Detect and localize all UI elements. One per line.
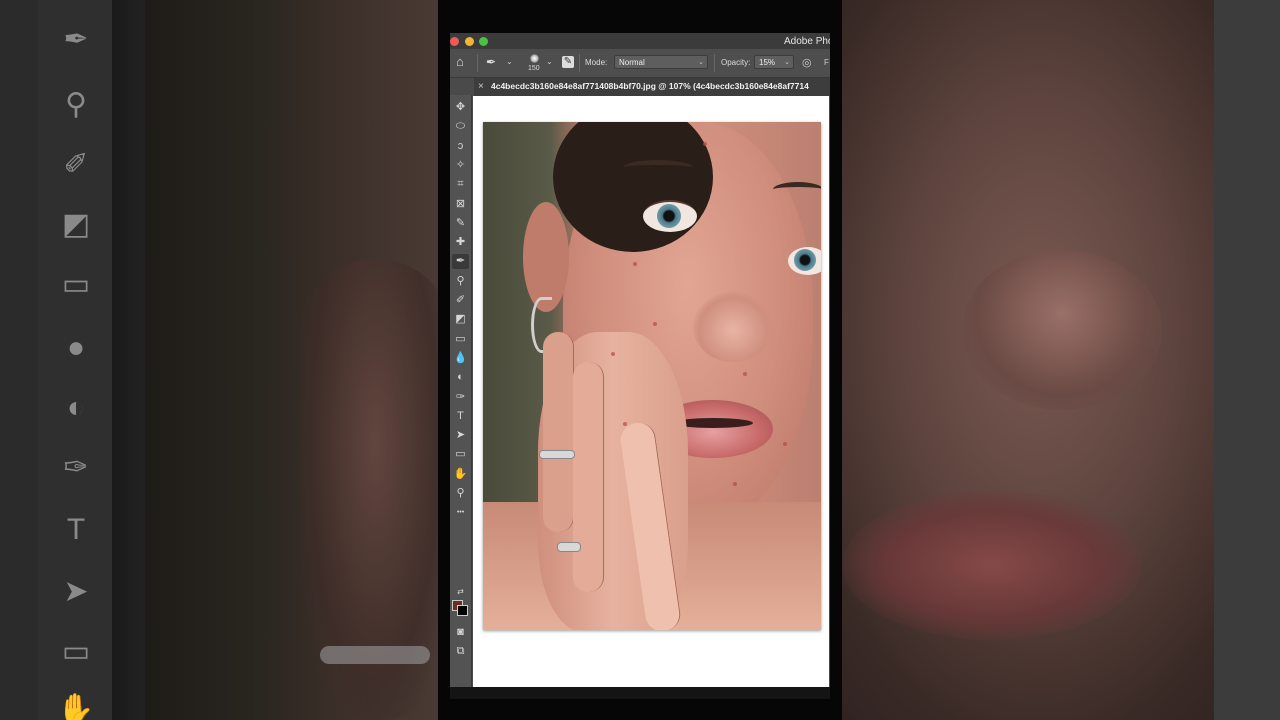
mode-label: Mode: [585, 58, 608, 67]
brush-icon: ✒ [63, 23, 89, 56]
lasso-tool-icon[interactable]: ↄ [452, 139, 469, 154]
nose [693, 292, 773, 362]
background-side-panel-blur [1214, 0, 1280, 720]
mode-select-value: Normal [619, 58, 645, 67]
healing-brush-tool-icon[interactable]: ✚ [452, 235, 469, 250]
zoom-tool-icon[interactable]: ⚲ [452, 486, 469, 501]
brush-preset-icon[interactable]: ✒ [486, 55, 496, 69]
chevron-down-icon: ⌄ [698, 59, 704, 66]
blemish [653, 322, 657, 326]
brush-tool-icon[interactable]: ✒ [452, 254, 469, 269]
photoshop-window: Adobe Pho ⌂ ✒ ⌄ 150 ⌄ ✎ Mode: Normal ⌄ O… [450, 33, 830, 699]
marquee-tool-icon[interactable]: ⬭ [452, 119, 469, 134]
move-tool-icon[interactable]: ✥ [452, 100, 469, 115]
eraser-tool-icon[interactable]: ◩ [452, 312, 469, 327]
ring-blur [320, 646, 430, 664]
canvas-area[interactable] [473, 96, 829, 688]
document-tab-title: 4c4becdc3b160e84e8af771408b4bf70.jpg @ 1… [491, 81, 809, 91]
background-blur-right [842, 0, 1280, 720]
blemish [633, 262, 637, 266]
history-brush-tool-icon[interactable]: ✐ [452, 293, 469, 308]
finger [543, 332, 574, 532]
chevron-down-icon[interactable]: ⌄ [506, 57, 513, 66]
minimize-window-button[interactable] [465, 37, 474, 46]
opacity-field[interactable]: 15% ⌄ [754, 55, 794, 69]
blemish [703, 142, 707, 146]
lip-blur [842, 490, 1142, 640]
nose-blur [962, 250, 1162, 410]
quick-mask-icon[interactable]: ◙ [452, 625, 469, 640]
more-tools-icon[interactable]: ••• [452, 505, 469, 520]
divider [714, 54, 715, 72]
background-blur-left: ✒ ⚲ ✐ ◩ ▭ ● ◐ ✑ T ➤ ▭ ✋ [0, 0, 438, 720]
swap-colors-icon[interactable]: ⇄ [452, 584, 469, 599]
opacity-label: Opacity: [721, 58, 751, 67]
title-bar: Adobe Pho [450, 33, 830, 49]
zoom-window-button[interactable] [479, 37, 488, 46]
blur-tool-icon[interactable]: 💧 [452, 351, 469, 366]
rectangle-icon: ▭ [61, 635, 91, 668]
pen-tool-icon[interactable]: ✑ [452, 390, 469, 405]
divider [579, 54, 580, 72]
frame-tool-icon[interactable]: ⊠ [452, 197, 469, 212]
type-icon: T [66, 513, 86, 546]
chevron-down-icon: ⌄ [784, 59, 790, 66]
screen-mode-icon[interactable]: ⧉ [452, 644, 469, 659]
gradient-tool-icon[interactable]: ▭ [452, 332, 469, 347]
background-color-swatch[interactable] [457, 605, 468, 616]
eyebrow-right [773, 182, 821, 197]
mode-select[interactable]: Normal ⌄ [614, 55, 708, 69]
eyedropper-tool-icon[interactable]: ✎ [452, 216, 469, 231]
close-tab-icon[interactable]: × [478, 81, 484, 92]
close-window-button[interactable] [450, 37, 459, 46]
brush-settings-panel-icon[interactable]: ✎ [562, 56, 574, 68]
dodge-tool-icon[interactable]: ◐ [452, 370, 469, 385]
home-icon[interactable]: ⌂ [456, 55, 470, 69]
blemish [743, 372, 747, 376]
flow-label-truncated: F [824, 58, 829, 67]
eyebrow-left [623, 160, 693, 175]
crop-tool-icon[interactable]: ⌗ [452, 177, 469, 192]
brush-size-preview[interactable] [530, 54, 539, 63]
status-bar [450, 687, 830, 699]
blemish [611, 352, 615, 356]
eye-left [643, 200, 697, 232]
options-bar: ⌂ ✒ ⌄ 150 ⌄ ✎ Mode: Normal ⌄ Opacity: 15… [450, 49, 830, 78]
clone-stamp-tool-icon[interactable]: ⚲ [452, 274, 469, 289]
blemish [733, 482, 737, 486]
ring [539, 450, 575, 459]
divider [477, 54, 478, 72]
pen-icon: ✑ [63, 451, 89, 484]
finger [573, 362, 604, 592]
blur-icon: ● [66, 331, 86, 364]
chevron-down-icon[interactable]: ⌄ [546, 57, 553, 66]
document-tab[interactable]: × 4c4becdc3b160e84e8af771408b4bf70.jpg @… [474, 78, 830, 96]
eye-right [788, 247, 821, 275]
rectangle-tool-icon[interactable]: ▭ [452, 447, 469, 462]
path-selection-tool-icon[interactable]: ➤ [452, 428, 469, 443]
type-tool-icon[interactable]: T [452, 409, 469, 424]
dodge-icon: ◐ [66, 391, 86, 424]
history-brush-icon: ✐ [63, 148, 89, 181]
background-toolbar-blur: ✒ ⚲ ✐ ◩ ▭ ● ◐ ✑ T ➤ ▭ ✋ [38, 0, 112, 720]
brush-size-value: 150 [528, 65, 540, 72]
document-image[interactable] [483, 122, 821, 630]
gradient-icon: ▭ [61, 268, 91, 301]
tools-panel: ✥ ⬭ ↄ ✧ ⌗ ⊠ ✎ ✚ ✒ ⚲ ✐ ◩ ▭ 💧 ◐ ✑ T ➤ ▭ ✋ ⚲ ••• ⇄ ◙ ⧉ [450, 95, 472, 699]
stamp-icon: ⚲ [65, 88, 87, 121]
magic-wand-tool-icon[interactable]: ✧ [452, 158, 469, 173]
eraser-icon: ◩ [61, 208, 91, 241]
pressure-opacity-icon[interactable]: ◎ [802, 56, 812, 69]
blemish [783, 442, 787, 446]
ear [523, 202, 569, 312]
blemish [623, 422, 627, 426]
path-selection-icon: ➤ [63, 575, 89, 608]
hand-icon: ✋ [57, 693, 95, 720]
hand-tool-icon[interactable]: ✋ [452, 467, 469, 482]
app-title: Adobe Pho [784, 36, 830, 47]
ring [557, 542, 581, 552]
opacity-value: 15% [759, 58, 776, 67]
